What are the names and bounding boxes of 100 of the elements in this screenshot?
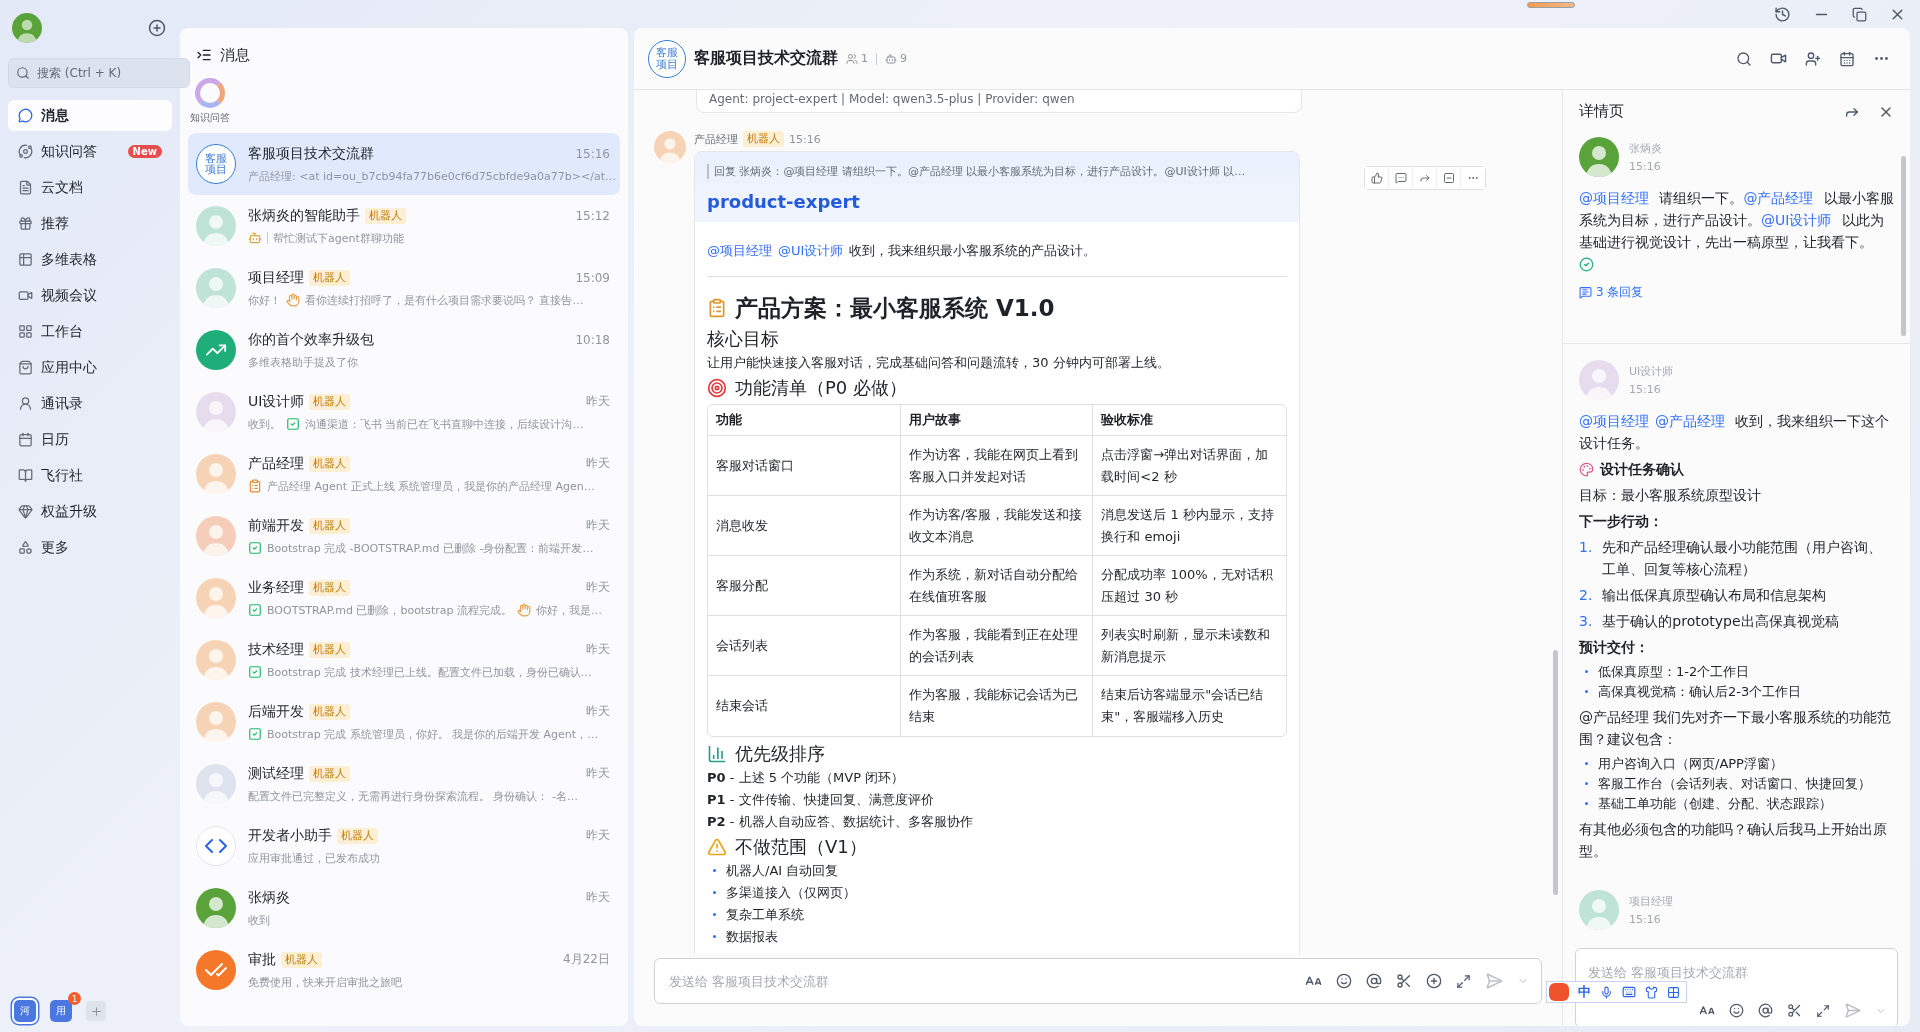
workspace-tile[interactable]: 用 [50,1000,72,1022]
sender-name: 项目经理 [1629,894,1673,909]
nav-item[interactable]: 权益升级 [8,496,172,527]
section-heading: 优先级排序 [735,741,825,766]
mention-link[interactable]: @UI设计师 [1761,212,1832,228]
mention-link[interactable]: @UI设计师 [778,243,844,258]
preview-text: 配置文件已完整定义，无需再进行身份探索流程。 身份确认： -名… [248,788,578,804]
chat-item[interactable]: 前端开发 机器人 昨天 Bootstrap 完成 -BOOTSTRAP.md 已删除 -身份配置：前端开发… [188,505,620,567]
thumbs-up-icon[interactable] [1365,167,1389,189]
chat-item[interactable]: 张炳炎 昨天 收到 [188,877,620,939]
workspace-tile[interactable]: 河 [14,1000,36,1022]
keyboard-icon[interactable] [1622,985,1636,999]
list-toggle-icon[interactable] [196,47,212,63]
bullet-icon [713,891,716,894]
expand-icon[interactable] [1816,1003,1830,1018]
chat-item[interactable]: UI设计师 机器人 昨天 收到。 沟通渠道：飞书 当前已在飞书直聊中连接，后续设计沟… [188,381,620,443]
nav-item[interactable]: 云文档 [8,172,172,203]
section-heading: 核心目标 [707,326,779,351]
nav-item[interactable]: 视频会议 [8,280,172,311]
message-text: 有其他必须包含的功能吗？确认后我马上开始出原型。 [1579,821,1887,859]
list-item: 机器人/AI 自动回复 [726,862,839,880]
preview-text: Bootstrap 完成 系统管理员，你好。 我是你的后端开发 Agent，… [267,726,599,742]
chat-item[interactable]: 你的首个效率升级包 10:18 多维表格助手提及了你 [188,319,620,381]
microphone-icon[interactable] [1600,985,1613,999]
chat-item[interactable]: 项目经理 机器人 15:09 你好！ 看你连续打招呼了，是有什么项目需求要说吗？ 直接告… [188,257,620,319]
nav-item[interactable]: 日历 [8,424,172,455]
bot-count: 9 [900,52,907,65]
chat-item[interactable]: 技术经理 机器人 昨天 Bootstrap 完成 技术经理已上线。配置文件已加载，身份已确认… [188,629,620,691]
mention-link[interactable]: @产品经理 [1655,413,1725,429]
table-cell: 消息发送后 1 秒内显示，支持换行和 emoji [1093,496,1286,556]
shirt-icon[interactable] [1645,985,1658,999]
add-member-icon[interactable] [1805,50,1821,67]
nav-item[interactable]: 消息 [8,100,172,131]
search-icon [16,66,30,80]
nav-item[interactable]: 通讯录 [8,388,172,419]
add-workspace-button[interactable] [86,1001,106,1021]
emoji-icon[interactable] [1729,1003,1744,1018]
list-item: 多渠道接入（仅网页） [726,884,856,902]
bullet-icon [713,913,716,916]
emoji-icon[interactable] [1336,973,1352,989]
bot-tag: 机器人 [309,641,350,658]
mention-link[interactable]: @项目经理 [1579,413,1649,429]
list-number: 2. [1579,586,1593,605]
column-header: 验收标准 [1093,405,1286,436]
chat-item[interactable]: 开发者小助手 机器人 昨天 应用审批通过，已发布成功 [188,815,620,877]
nav-item[interactable]: 知识问答 New [8,136,172,167]
nav-item[interactable]: 工作台 [8,316,172,347]
section-heading: 设计任务确认 [1600,460,1684,479]
chat-item[interactable]: 产品经理 机器人 昨天 产品经理 Agent 正式上线 系统管理员，我是你的产品经理 Agen… [188,443,620,505]
chat-item[interactable]: 客服项目 客服项目技术交流群 15:16 产品经理: <at id=ou_b7cb94fa77b6e0cf6d75cbfde9a0a77b></at… [188,133,620,195]
message-time: 15:16 [1629,160,1662,173]
add-button[interactable] [148,19,166,37]
mention-link[interactable]: @项目经理 [1579,190,1649,206]
nav-item[interactable]: 多维表格 [8,244,172,275]
chat-time: 15:12 [575,208,610,223]
chat-item[interactable]: 业务经理 机器人 昨天 BOOTSTRAP.md 已删除，bootstrap 流程完成。 你好，我是… [188,567,620,629]
at-icon[interactable] [1366,973,1382,989]
table-cell: 结束会话 [708,676,901,736]
ime-toolbar[interactable]: 中 [1546,981,1687,1003]
composer[interactable]: 发送给 客服项目技术交流群 [654,958,1542,1004]
preview-text: BOOTSTRAP.md 已删除，bootstrap 流程完成。 [267,602,512,618]
restore-icon[interactable] [1852,6,1867,22]
message-text: @项目经理 @UI设计师 收到，我来组织最小客服系统的产品设计。 [707,243,1097,258]
search-field[interactable]: 搜索 (Ctrl + K) [8,58,190,88]
calendar-icon[interactable] [1839,50,1855,67]
message-text: Agent: project-expert | Model: qwen3.5-plus | Provider: qwen [709,92,1075,106]
chat-name: 前端开发 [248,516,304,535]
chat-item[interactable]: 测试经理 机器人 昨天 配置文件已完整定义，无需再进行身份探索流程。 身份确认： -名… [188,753,620,815]
history-icon[interactable] [1774,5,1791,23]
paragraph: P2 - 机器人自动应答、数据统计、多客服协作 [707,814,973,829]
bot-tag: 机器人 [309,393,351,410]
chat-item[interactable]: 张炳炎的智能助手 机器人 15:12 帮忙测试下agent群聊功能 [188,195,620,257]
robot-icon [248,231,262,245]
chat-item[interactable]: 审批 机器人 4月22日 免费使用，快来开启审批之旅吧 [188,939,620,1001]
chat-time: 15:09 [575,270,610,285]
at-icon[interactable] [1758,1003,1773,1018]
chat-time: 昨天 [586,517,610,534]
nav-item[interactable]: 应用中心 [8,352,172,383]
chat-name: 测试经理 [248,764,304,783]
chat-item[interactable]: 后端开发 机器人 昨天 Bootstrap 完成 系统管理员，你好。 我是你的后端开发 Agent，… [188,691,620,753]
checkbox-icon [248,665,262,679]
nav-item[interactable]: 推荐 [8,208,172,239]
replies-link[interactable]: 3 条回复 [1579,284,1894,301]
expand-icon[interactable] [1456,973,1471,989]
add-icon[interactable] [1426,973,1442,989]
message-input[interactable]: 发送给 客服项目技术交流群 [667,972,1291,990]
chat-time: 昨天 [586,579,610,596]
scissors-icon[interactable] [1396,973,1412,989]
grid-icon[interactable] [1667,985,1680,999]
chat-time: 昨天 [586,765,610,782]
list-item: 客服工作台（会话列表、对话窗口、快捷回复） [1598,775,1871,793]
mention-link[interactable]: @产品经理 [1743,190,1814,206]
search-icon[interactable] [1736,50,1752,67]
scissors-icon[interactable] [1787,1003,1802,1018]
mention-link[interactable]: @项目经理 [707,243,772,258]
user-avatar[interactable] [12,13,42,43]
new-badge: New [127,145,162,158]
message-text: @项目经理 @产品经理 收到，我来组织一下这个设计任务。 [1579,413,1890,451]
nav-item[interactable]: 飞行社 [8,460,172,491]
nav-item[interactable]: 更多 [8,532,172,563]
